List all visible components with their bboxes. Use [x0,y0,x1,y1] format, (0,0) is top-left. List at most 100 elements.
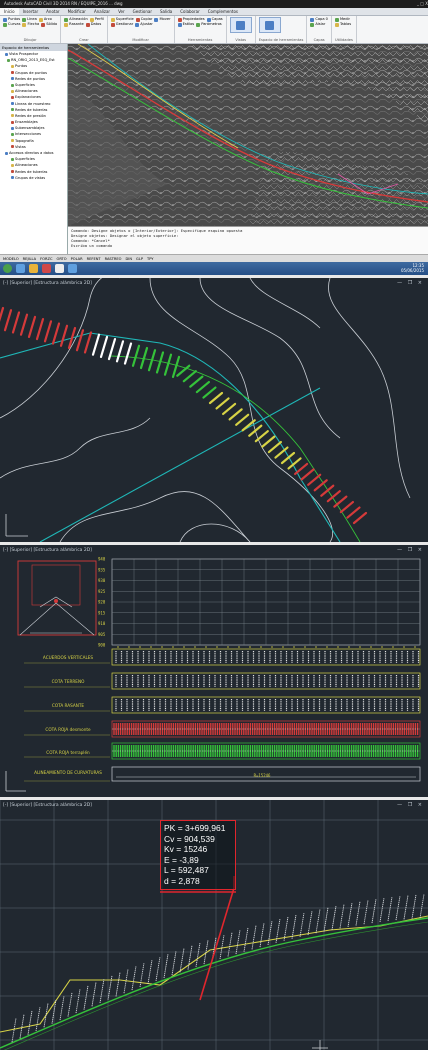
window-controls[interactable]: _ □ X [417,0,428,8]
tool-icon [334,22,339,27]
ribbon-tab[interactable]: Colaborar [176,8,204,15]
civil3d-window: Autodesk AutoCAD Civil 3D 2014 RN / EQUI… [0,0,428,275]
ribbon-tab[interactable]: Anotar [42,8,63,15]
cross-section-tick [208,391,224,405]
status-toggle[interactable]: RASTREO [105,255,122,262]
ribbon-tab[interactable]: Inicio [0,8,19,15]
cross-section-tick [11,311,21,334]
status-toggle[interactable]: MODELO [3,255,19,262]
plan-viewport[interactable]: [-] [Superior] [Estructura alámbrica 2D]… [0,275,428,542]
status-toggle[interactable]: POLAR [71,255,83,262]
pk-tooltip: PK = 3+699,961 Cv = 904,539 Kv = 15246 E… [160,820,236,890]
ribbon-tab[interactable]: Complementos [204,8,242,15]
ucs-icon [5,514,28,537]
cross-section-tick [254,430,269,443]
kv-value: Kv = 15246 [164,844,208,854]
ribbon-large-button-label: Vistas [235,38,247,42]
profile-zoom-viewport[interactable]: [-] [Superior] [Estructura alámbrica 2D]… [0,797,428,1050]
grade-station-label-mark [235,929,241,955]
system-clock: 12:35 05/06/2015 [401,263,424,273]
tree-node-label: Grupos de vistas [15,175,46,180]
viewport-label[interactable]: [-] [Superior] [Estructura alámbrica 2D] [3,803,92,808]
ribbon-tab[interactable]: Insertar [19,8,43,15]
surface-drawing [68,44,428,226]
tree-node-icon [11,83,14,87]
ribbon-tab[interactable]: Ver [114,8,129,15]
status-toggle[interactable]: REJILLA [23,255,36,262]
grade-station-label-mark [291,914,297,939]
status-toggle[interactable]: ORTO [56,255,66,262]
start-button-icon[interactable] [3,264,12,273]
tree-node-icon [11,102,14,106]
ribbon-tab[interactable]: Modificar [64,8,90,15]
toolspace-tree-item[interactable]: Grupos de vistas [5,175,67,181]
ribbon-button[interactable]: Mover [154,17,171,22]
ribbon-button[interactable]: Curvas [3,22,20,27]
tool-icon [154,17,159,22]
status-toggle[interactable]: GLP [136,255,143,262]
tool-icon [177,22,182,27]
grade-station-label-mark [259,923,265,948]
tool-icon [110,22,115,27]
tree-node-icon [11,126,14,130]
ribbon-tab[interactable]: Analizar [90,8,114,15]
ribbon-button[interactable]: Gestionar [110,22,133,27]
civil3d-app-icon[interactable] [55,264,64,273]
cross-section-tick [195,380,211,394]
window-title: Autodesk AutoCAD Civil 3D 2014 RN / EQUI… [4,1,123,6]
tool-icon [64,17,69,22]
ribbon-group-label: Herramientas [187,38,213,42]
ribbon-tab[interactable]: Salida [156,8,176,15]
grade-station-label-mark [43,1003,49,1028]
viewport-controls[interactable]: — ❐ × [397,280,424,286]
grade-profile-line [0,917,428,1049]
cross-section-tick [115,340,125,363]
grade-station-label-mark [59,996,65,1021]
ribbon-large-button[interactable] [229,17,252,33]
surface-drawing-viewport[interactable] [68,44,428,226]
ucs-icon [5,771,26,792]
status-toggle[interactable]: TPY [147,255,153,262]
viewport-label[interactable]: [-] [Superior] [Estructura alámbrica 2D] [3,548,92,553]
cross-section-tick [307,473,322,486]
ribbon-large-button[interactable] [258,17,281,33]
ribbon-button[interactable]: Ajustar [135,22,153,27]
status-toggle[interactable]: DIN [126,255,133,262]
ribbon-button[interactable]: Tablas [334,22,351,27]
tree-node-icon [11,89,14,93]
profile-viewport[interactable]: [-] [Superior] [Estructura alámbrica 2D]… [0,542,428,797]
elevation-label: 915 [98,610,106,615]
viewport-label[interactable]: [-] [Superior] [Estructura alámbrica 2D] [3,281,92,286]
status-toggle[interactable]: REFENT [87,255,101,262]
status-toggle[interactable]: FORZC [40,255,52,262]
ribbon-button-label: Ajustar [140,22,153,26]
media-icon[interactable] [42,264,51,273]
word-icon[interactable] [68,264,77,273]
ribbon-button[interactable]: Flecha [22,22,39,27]
tree-node-icon [11,145,14,149]
ribbon-tab[interactable]: Gestionar [129,8,156,15]
tool-icon [85,22,90,27]
ribbon-group: Propiedades Capas Estilos Parámetros Herrami… [175,16,227,43]
ribbon-button[interactable]: Datos [85,22,101,27]
elevation-labels: 900 905 910 915 920 925 930 935 940 [98,557,106,648]
ribbon-button[interactable]: Rasante [64,22,84,27]
ribbon-button[interactable]: Estilos [177,22,194,27]
cross-section-ticks [0,306,368,525]
viewport-controls[interactable]: — ❐ × [397,547,424,553]
toolspace-panel: Espacio de herramientas Vista Prospector… [0,44,68,254]
tool-icon [334,17,339,22]
view-icon [265,20,275,30]
grade-station-label-mark [299,912,305,937]
ribbon-button[interactable]: Aislar [310,22,325,27]
ribbon-button[interactable]: Sólido [41,22,57,27]
viewport-controls[interactable]: — ❐ × [397,802,424,808]
command-line[interactable]: Comando: Designe objetos o [Interior/Ext… [68,226,428,254]
profile-drawing: 900 905 910 915 920 925 930 935 940 R=15246 [5,557,421,792]
folder-icon[interactable] [29,264,38,273]
cross-section-tick [339,500,355,514]
ribbon-button[interactable]: Parámetros [196,22,222,27]
cross-section-tick [333,495,348,508]
grade-station-label-mark [131,965,137,991]
browser-icon[interactable] [16,264,25,273]
